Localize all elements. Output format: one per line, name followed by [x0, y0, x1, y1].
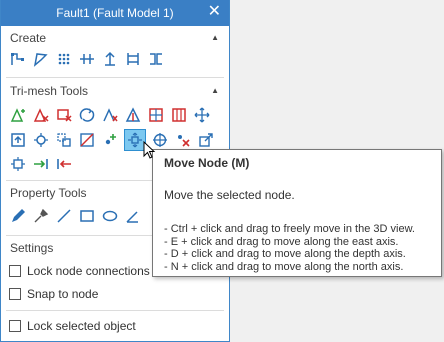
ellipse-icon[interactable]: [101, 207, 119, 225]
checkbox-box[interactable]: [9, 320, 21, 332]
add-triangle-icon[interactable]: [9, 106, 27, 124]
checkbox-box[interactable]: [9, 265, 21, 277]
delete-selection-icon[interactable]: [55, 106, 73, 124]
line-icon[interactable]: [55, 207, 73, 225]
create-surface-icon[interactable]: [32, 50, 50, 68]
tooltip-description: Move the selected node.: [164, 188, 295, 202]
merge-nodes-icon[interactable]: [55, 131, 73, 149]
delete-node-icon[interactable]: [174, 131, 192, 149]
section-trimesh-label: Tri-mesh Tools: [10, 84, 89, 98]
collapse-trimesh-icon[interactable]: ▲: [211, 86, 219, 95]
title-bar: Fault1 (Fault Model 1) ✕: [1, 0, 229, 26]
tooltip-shortcuts: - Ctrl + click and drag to freely move i…: [164, 223, 415, 273]
node-center-icon[interactable]: [9, 155, 27, 173]
refine-triangle-icon[interactable]: [124, 106, 142, 124]
tooltip-line: - Ctrl + click and drag to freely move i…: [164, 223, 415, 235]
collapse-edge-icon[interactable]: [78, 131, 96, 149]
tooltip-line: - N + click and drag to move along the n…: [164, 260, 404, 273]
add-node-icon[interactable]: [101, 131, 119, 149]
divider: [6, 310, 224, 311]
mouse-cursor-icon: [143, 141, 156, 159]
split-region-icon[interactable]: [147, 106, 165, 124]
snap-to-node-checkbox[interactable]: Snap to node: [9, 287, 98, 301]
lock-selected-object-checkbox[interactable]: Lock selected object: [9, 319, 136, 333]
checkbox-label: Snap to node: [27, 287, 99, 301]
create-polyline-icon[interactable]: [9, 50, 27, 68]
move-node-tooltip: Move Node (M) Move the selected node. - …: [152, 149, 442, 277]
move-all-icon[interactable]: [193, 106, 211, 124]
close-icon[interactable]: ✕: [208, 4, 221, 20]
angle-icon[interactable]: [124, 207, 142, 225]
lock-node-connections-checkbox[interactable]: Lock node connections: [9, 264, 150, 278]
section-create-label: Create: [10, 31, 47, 45]
section-settings-label: Settings: [10, 241, 54, 255]
rectangle-icon[interactable]: [78, 207, 96, 225]
snap-left-icon[interactable]: [55, 155, 73, 173]
split-edge-icon[interactable]: [101, 106, 119, 124]
checkbox-label: Lock selected object: [27, 319, 136, 333]
checkbox-box[interactable]: [9, 288, 21, 300]
eyedropper-icon[interactable]: [32, 207, 50, 225]
grid-cells-icon[interactable]: [170, 106, 188, 124]
select-node-icon[interactable]: [32, 131, 50, 149]
create-structure-icon[interactable]: [124, 50, 142, 68]
bring-to-front-icon[interactable]: [9, 131, 27, 149]
export-node-icon[interactable]: [197, 131, 215, 149]
snap-right-icon[interactable]: [32, 155, 50, 173]
create-well-icon[interactable]: [101, 50, 119, 68]
create-cross-section-icon[interactable]: [147, 50, 165, 68]
collapse-create-icon[interactable]: ▲: [211, 33, 219, 42]
delete-triangle-icon[interactable]: [32, 106, 50, 124]
create-points-icon[interactable]: [55, 50, 73, 68]
tooltip-line: - E + click and drag to move along the e…: [164, 235, 399, 248]
divider: [6, 77, 224, 78]
tooltip-title: Move Node (M): [164, 156, 250, 170]
section-property-label: Property Tools: [10, 186, 87, 200]
tooltip-line: - D + click and drag to move along the d…: [164, 248, 406, 260]
checkbox-label: Lock node connections: [27, 264, 150, 278]
create-contacts-icon[interactable]: [78, 50, 96, 68]
flip-edge-icon[interactable]: [78, 106, 96, 124]
window-title: Fault1 (Fault Model 1): [56, 6, 174, 20]
pencil-icon[interactable]: [9, 207, 27, 225]
